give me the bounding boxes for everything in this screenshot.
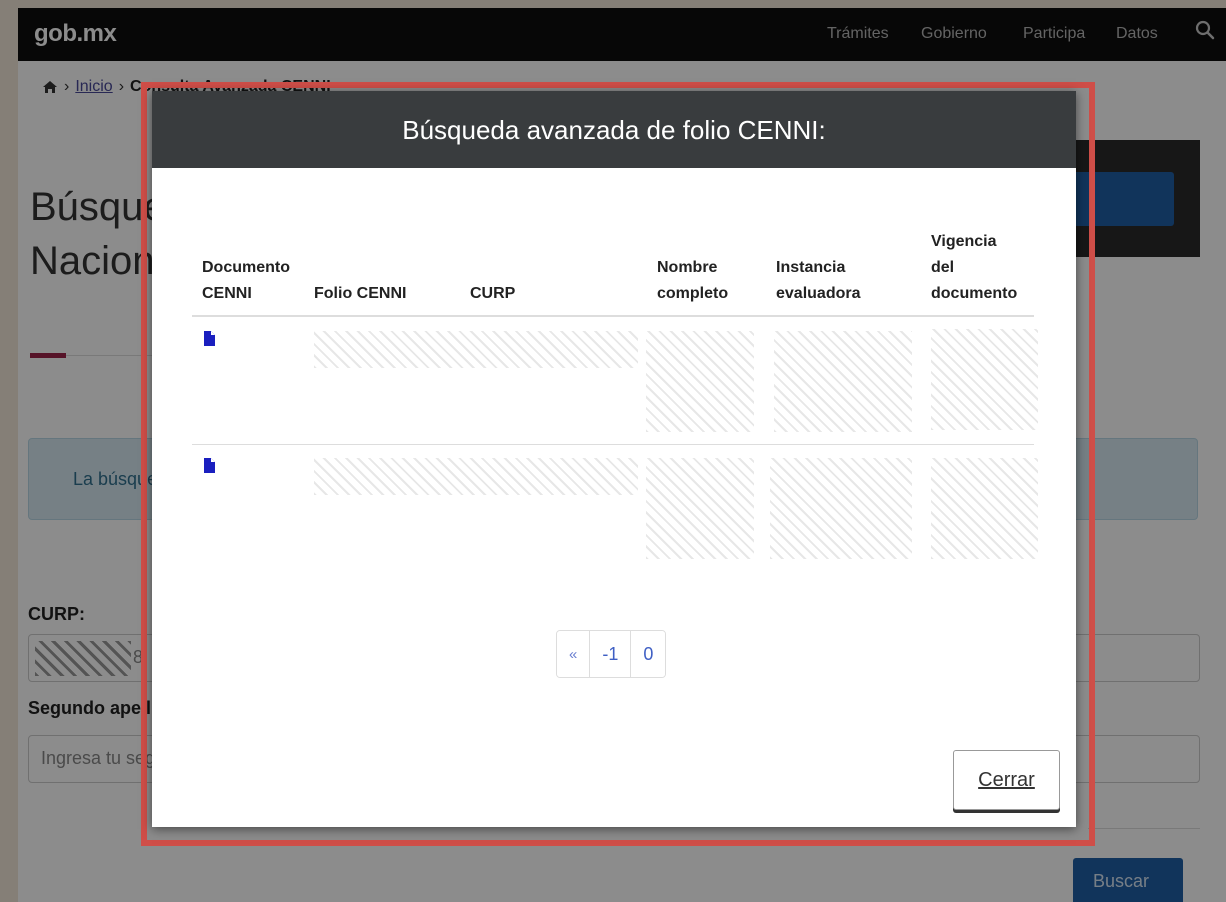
column-header-nombre: Nombre completo — [657, 255, 728, 307]
file-icon[interactable] — [204, 331, 215, 346]
redacted-vigencia — [931, 458, 1038, 559]
column-header-text: Documento — [202, 259, 290, 276]
pagination-prev-button[interactable]: « — [557, 631, 591, 677]
redacted-nombre — [646, 331, 754, 432]
page: gob.mx Trámites Gobierno Participa Datos… — [0, 0, 1226, 902]
column-header-documento: Documento CENNI — [202, 255, 290, 307]
redacted-instancia — [774, 331, 912, 432]
column-header-folio: Folio CENNI — [314, 285, 407, 302]
column-header-text: CENNI — [202, 285, 252, 302]
table-row-divider — [192, 444, 1034, 445]
pagination: « -1 0 — [556, 630, 667, 678]
column-header-text: Nombre — [657, 259, 718, 276]
column-header-text: evaluadora — [776, 285, 861, 302]
column-header-text: Vigencia — [931, 233, 997, 250]
column-header-text: completo — [657, 285, 729, 302]
advanced-search-modal: Búsqueda avanzada de folio CENNI: Docume… — [152, 91, 1076, 827]
close-modal-button[interactable]: Cerrar — [953, 750, 1060, 810]
redacted-folio-curp — [314, 458, 638, 495]
column-header-instancia: Instancia evaluadora — [776, 255, 860, 307]
column-header-text: Instancia — [776, 259, 846, 276]
file-icon[interactable] — [204, 458, 215, 473]
pagination-page-button[interactable]: 0 — [631, 631, 666, 677]
column-header-text: del — [931, 259, 955, 276]
redacted-folio-curp — [314, 331, 638, 368]
table-header-rule — [192, 315, 1034, 317]
column-header-text: documento — [931, 285, 1018, 302]
column-header-vigencia: Vigencia del documento — [931, 229, 1017, 307]
redacted-instancia — [770, 458, 912, 559]
modal-header: Búsqueda avanzada de folio CENNI: — [152, 91, 1076, 168]
modal-title: Búsqueda avanzada de folio CENNI: — [402, 115, 826, 145]
pagination-page-button[interactable]: -1 — [590, 631, 632, 677]
redacted-nombre — [646, 458, 754, 559]
column-header-curp: CURP — [470, 285, 516, 302]
redacted-vigencia — [931, 329, 1038, 430]
